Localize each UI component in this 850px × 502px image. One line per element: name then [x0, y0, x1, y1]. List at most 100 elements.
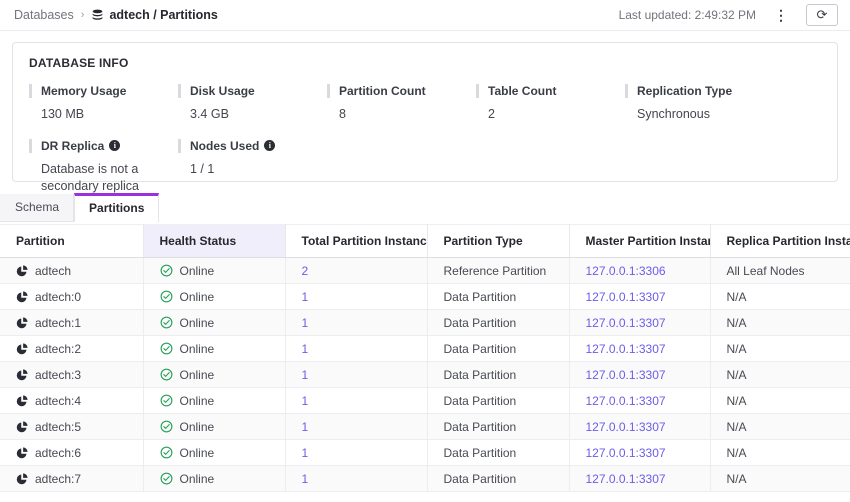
replica-instance: N/A: [710, 310, 850, 336]
tab-partitions[interactable]: Partitions: [74, 193, 159, 222]
online-check-icon: [160, 446, 173, 459]
partition-name: adtech:4: [35, 394, 81, 408]
column-header-master-partition-instance[interactable]: Master Partition Instance ...: [569, 225, 710, 258]
kebab-menu-icon[interactable]: ⋮: [770, 6, 792, 24]
total-instances-link[interactable]: 1: [302, 394, 309, 408]
total-instances-link[interactable]: 2: [302, 264, 309, 278]
partition-type: Data Partition: [427, 466, 569, 492]
replica-instance: N/A: [710, 440, 850, 466]
partition-name: adtech: [35, 264, 71, 278]
partition-type: Reference Partition: [427, 258, 569, 284]
table-row: adtech:4 Online 1 Data Partition 127.0.0.1:3…: [0, 388, 850, 414]
column-header-replica-partition-instance[interactable]: Replica Partition Instance ...: [710, 225, 850, 258]
partition-type: Data Partition: [427, 388, 569, 414]
partition-pie-icon: [16, 317, 28, 329]
replica-instance: All Leaf Nodes: [710, 258, 850, 284]
master-instance-link[interactable]: 127.0.0.1:3307: [586, 342, 666, 356]
column-header-total-partition-instances[interactable]: Total Partition Instances: [285, 225, 427, 258]
column-header-partition[interactable]: Partition: [0, 225, 143, 258]
stat-value: Synchronous: [625, 106, 770, 123]
total-instances-link[interactable]: 1: [302, 290, 309, 304]
stat-value: Database is not a secondary replica: [29, 161, 174, 195]
partition-pie-icon: [16, 291, 28, 303]
online-check-icon: [160, 264, 173, 277]
tab-schema[interactable]: Schema: [0, 194, 74, 222]
master-instance-link[interactable]: 127.0.0.1:3307: [586, 368, 666, 382]
stat-disk-usage: Disk Usage i 3.4 GB: [178, 84, 327, 123]
master-instance-link[interactable]: 127.0.0.1:3307: [586, 472, 666, 486]
page-title: adtech / Partitions: [109, 8, 217, 22]
online-check-icon: [160, 316, 173, 329]
online-check-icon: [160, 472, 173, 485]
replica-instance: N/A: [710, 284, 850, 310]
partition-pie-icon: [16, 395, 28, 407]
column-header-partition-type[interactable]: Partition Type: [427, 225, 569, 258]
database-info-stats: Memory Usage i 130 MB Disk Usage i 3.4 G…: [29, 84, 821, 211]
partitions-table: PartitionHealth StatusTotal Partition In…: [0, 224, 850, 492]
partition-name: adtech:1: [35, 316, 81, 330]
health-status-text: Online: [180, 264, 215, 278]
partition-type: Data Partition: [427, 336, 569, 362]
column-header-health-status[interactable]: Health Status: [143, 225, 285, 258]
refresh-icon: ⟳: [817, 7, 828, 23]
partition-name: adtech:6: [35, 446, 81, 460]
table-row: adtech:6Online1Data Partition127.0.0.1:3…: [0, 440, 850, 466]
partition-pie-icon: [16, 369, 28, 381]
stat-label: Memory Usage: [41, 84, 126, 98]
replica-instance: N/A: [710, 388, 850, 414]
stat-label: DR Replica: [41, 139, 104, 153]
table-row: adtech:3Online1Data Partition127.0.0.1:3…: [0, 362, 850, 388]
refresh-button[interactable]: ⟳: [806, 4, 838, 26]
replica-instance: N/A: [710, 466, 850, 492]
master-instance-link[interactable]: 127.0.0.1:3307: [586, 420, 666, 434]
stat-memory-usage: Memory Usage i 130 MB: [29, 84, 178, 123]
partition-name: adtech:5: [35, 420, 81, 434]
stat-value: 3.4 GB: [178, 106, 323, 123]
stat-table-count: Table Count i 2: [476, 84, 625, 123]
total-instances-link[interactable]: 1: [302, 420, 309, 434]
partition-pie-icon: [16, 343, 28, 355]
stat-label: Partition Count: [339, 84, 426, 98]
master-instance-link[interactable]: 127.0.0.1:3307: [586, 316, 666, 330]
master-instance-link[interactable]: 127.0.0.1:3307: [586, 446, 666, 460]
info-icon[interactable]: i: [264, 140, 275, 151]
master-instance-link[interactable]: 127.0.0.1:3307: [586, 290, 666, 304]
total-instances-link[interactable]: 1: [302, 342, 309, 356]
topbar-actions: Last updated: 2:49:32 PM ⋮ ⟳: [619, 4, 838, 26]
stat-replication-type: Replication Type i Synchronous: [625, 84, 774, 123]
database-info-card: DATABASE INFO Memory Usage i 130 MB Disk…: [12, 42, 838, 182]
master-instance-link[interactable]: 127.0.0.1:3306: [586, 264, 666, 278]
partition-type: Data Partition: [427, 310, 569, 336]
replica-instance: N/A: [710, 414, 850, 440]
stat-label: Table Count: [488, 84, 556, 98]
total-instances-link[interactable]: 1: [302, 472, 309, 486]
stat-label: Disk Usage: [190, 84, 255, 98]
health-status-text: Online: [180, 472, 215, 486]
info-icon[interactable]: i: [109, 140, 120, 151]
last-updated-text: Last updated: 2:49:32 PM: [619, 8, 756, 22]
breadcrumb: Databases › adtech / Partitions: [14, 8, 218, 22]
table-row: adtech:1Online1Data Partition127.0.0.1:3…: [0, 310, 850, 336]
online-check-icon: [160, 368, 173, 381]
stat-nodes-used: Nodes Used i 1 / 1: [178, 139, 327, 195]
partition-name: adtech:0: [35, 290, 81, 304]
total-instances-link[interactable]: 1: [302, 368, 309, 382]
partition-pie-icon: [16, 447, 28, 459]
breadcrumb-databases-link[interactable]: Databases: [14, 8, 74, 22]
health-status-text: Online: [180, 394, 215, 408]
total-instances-link[interactable]: 1: [302, 446, 309, 460]
partition-name: adtech:7: [35, 472, 81, 486]
health-status-text: Online: [180, 368, 215, 382]
table-row: adtech:5Online1Data Partition127.0.0.1:3…: [0, 414, 850, 440]
stat-value: 1 / 1: [178, 161, 323, 178]
table-header-row: PartitionHealth StatusTotal Partition In…: [0, 225, 850, 258]
stat-label: Nodes Used: [190, 139, 259, 153]
partition-name: adtech:3: [35, 368, 81, 382]
stat-label: Replication Type: [637, 84, 732, 98]
total-instances-link[interactable]: 1: [302, 316, 309, 330]
health-status-text: Online: [180, 446, 215, 460]
stat-dr-replica: DR Replica i Database is not a secondary…: [29, 139, 178, 195]
master-instance-link[interactable]: 127.0.0.1:3307: [586, 394, 666, 408]
online-check-icon: [160, 394, 173, 407]
health-status-text: Online: [180, 290, 215, 304]
